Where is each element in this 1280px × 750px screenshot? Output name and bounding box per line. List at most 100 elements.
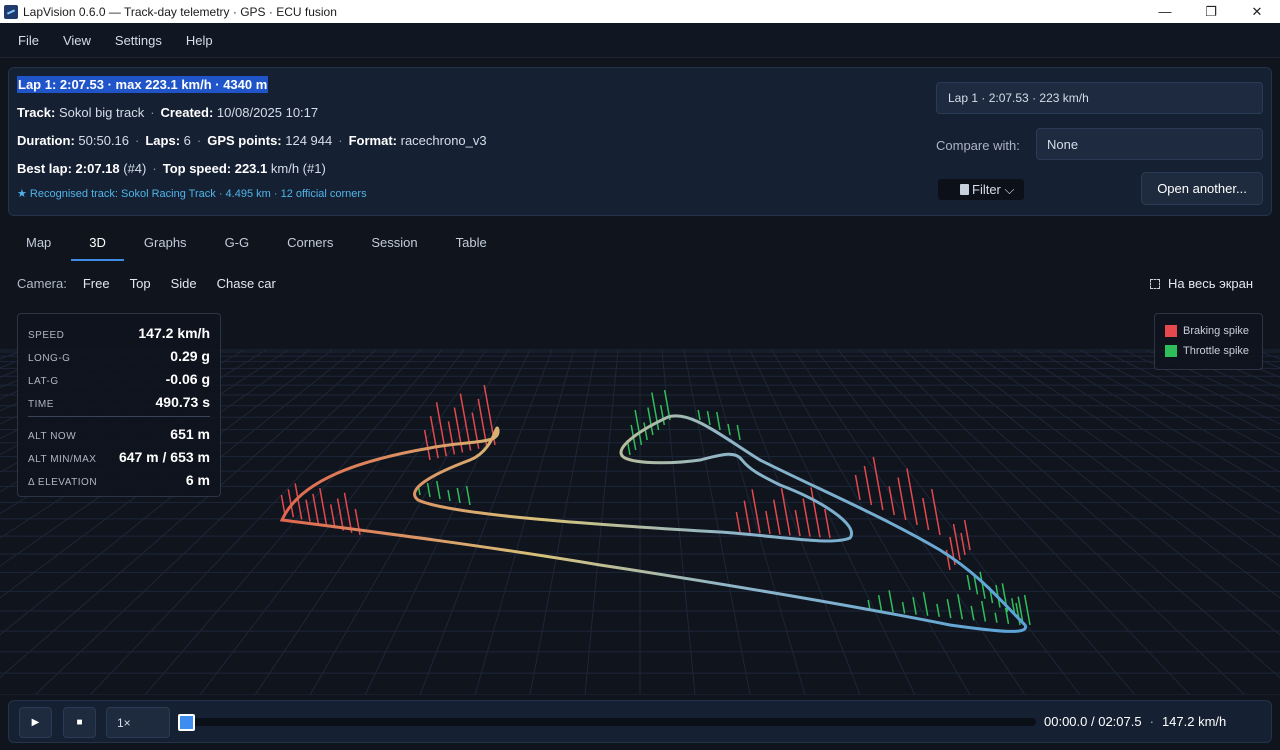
- duration-label: Duration:: [17, 133, 75, 148]
- menu-file[interactable]: File: [8, 33, 49, 48]
- camera-side[interactable]: Side: [165, 276, 211, 291]
- lap-headline[interactable]: Lap 1: 2:07.53 · max 223.1 km/h · 4340 m: [17, 76, 269, 93]
- throttle-spike: [994, 612, 998, 623]
- camera-chase-car[interactable]: Chase car: [211, 276, 290, 291]
- speed-value: 147.2 km/h: [138, 325, 210, 341]
- best-lap-label: Best lap:: [17, 161, 72, 176]
- braking-spike: [772, 499, 781, 535]
- tab-3d[interactable]: 3D: [71, 226, 124, 261]
- tab-session[interactable]: Session: [353, 226, 435, 261]
- compare-select-dropdown[interactable]: None: [1036, 128, 1263, 160]
- delta-elevation-label: Δ ELEVATION: [28, 477, 98, 488]
- tab-graphs[interactable]: Graphs: [126, 226, 205, 261]
- latg-label: LAT-G: [28, 376, 59, 387]
- telemetry-spikes: [280, 384, 1031, 626]
- throttle-spike: [659, 404, 666, 426]
- laps-label: Laps:: [145, 133, 181, 148]
- playback-scrubber[interactable]: [181, 718, 1036, 726]
- filter-label: Filter ⌵: [972, 181, 1015, 197]
- longg-value: 0.29 g: [170, 348, 210, 364]
- camera-top[interactable]: Top: [124, 276, 165, 291]
- throttle-spike: [922, 592, 929, 616]
- camera-label: Camera:: [17, 276, 67, 291]
- best-lap-number: (#4): [123, 161, 147, 176]
- braking-spike: [888, 486, 896, 516]
- throttle-spike: [643, 422, 648, 441]
- camera-options: Camera: Free Top Side Chase car: [17, 276, 290, 291]
- braking-spike: [930, 488, 941, 536]
- open-another-button[interactable]: Open another...: [1141, 172, 1263, 205]
- created-value: 10/08/2025 10:17: [216, 105, 319, 120]
- format-value: racechrono_v3: [400, 133, 487, 148]
- menu-settings[interactable]: Settings: [105, 33, 172, 48]
- playback-scrubber-handle[interactable]: [178, 714, 195, 731]
- spike-legend: Braking spike Throttle spike: [1154, 313, 1263, 370]
- format-label: Format:: [348, 133, 397, 148]
- play-button[interactable]: ▶: [19, 707, 52, 738]
- tab-corners[interactable]: Corners: [269, 226, 351, 261]
- telemetry-stats-panel: SPEED 147.2 km/h LONG-G 0.29 g LAT-G -0.…: [17, 313, 221, 497]
- gps-label: GPS points:: [207, 133, 282, 148]
- braking-spike: [802, 498, 811, 537]
- window-titlebar: LapVision 0.6.0 — Track-day telemetry · …: [0, 0, 1280, 23]
- top-speed-value: 223.1: [234, 161, 268, 176]
- braking-spike: [863, 465, 873, 506]
- stats-divider: [28, 416, 210, 417]
- braking-spike: [751, 489, 761, 534]
- menu-help[interactable]: Help: [176, 33, 223, 48]
- tab-map[interactable]: Map: [8, 226, 69, 261]
- fullscreen-label: На весь экран: [1168, 276, 1254, 291]
- app-logo-icon: [4, 4, 18, 19]
- throttle-spike: [946, 598, 952, 619]
- throttle-spike: [936, 603, 940, 618]
- braking-spike: [765, 510, 771, 535]
- longg-label: LONG-G: [28, 353, 71, 364]
- lap-select-dropdown[interactable]: Lap 1 · 2:07.53 · 223 km/h: [936, 82, 1263, 114]
- track-line: Track: Sokol big track · Created: 10/08/20…: [17, 105, 319, 120]
- filter-button[interactable]: Filter ⌵: [938, 179, 1024, 200]
- camera-free[interactable]: Free: [77, 276, 124, 291]
- throttle-spike: [736, 424, 741, 441]
- throttle-spike: [901, 601, 906, 614]
- throttle-spike: [877, 595, 883, 612]
- braking-spike: [952, 523, 961, 561]
- time-value: 490.73 s: [155, 394, 211, 410]
- close-button[interactable]: ✕: [1234, 0, 1280, 23]
- playback-time: 00:00.0 / 02:07.5: [1044, 714, 1142, 729]
- menu-bar: File View Settings Help: [0, 23, 1280, 58]
- tab-gg[interactable]: G-G: [207, 226, 268, 261]
- minimize-button[interactable]: —: [1142, 0, 1188, 23]
- time-label: TIME: [28, 399, 54, 410]
- playback-bar: ▶ ■ 1× 00:00.0 / 02:07.5 · 147.2 km/h: [8, 700, 1272, 743]
- recognised-track-note[interactable]: ★ Recognised track: Sokol Racing Track ·…: [17, 187, 367, 200]
- maximize-button[interactable]: ❐: [1188, 0, 1234, 23]
- stop-button[interactable]: ■: [63, 707, 96, 738]
- delta-elevation-value: 6 m: [185, 472, 210, 488]
- playback-speed-select[interactable]: 1×: [106, 707, 170, 738]
- play-icon: ▶: [31, 717, 40, 728]
- top-speed-label: Top speed:: [162, 161, 232, 176]
- created-label: Created:: [160, 105, 214, 120]
- throttle-label: Throttle spike: [1183, 345, 1250, 357]
- throttle-spike: [966, 574, 971, 591]
- throttle-spike: [447, 489, 451, 502]
- throttle-spike: [888, 590, 894, 613]
- best-lap-value: 2:07.18: [75, 161, 120, 176]
- view-tabs: Map 3D Graphs G-G Corners Session Table: [8, 226, 507, 262]
- alt-minmax-label: ALT MIN/MAX: [28, 454, 97, 465]
- track-label: Track:: [17, 105, 56, 120]
- braking-spike: [319, 487, 328, 527]
- menu-view[interactable]: View: [53, 33, 101, 48]
- throttle-spike: [706, 410, 711, 426]
- duration-value: 50:50.16: [78, 133, 130, 148]
- throttle-spike: [727, 423, 731, 436]
- alt-now-value: 651 m: [170, 426, 210, 442]
- filter-icon: [960, 184, 969, 195]
- tab-table[interactable]: Table: [438, 226, 505, 261]
- braking-spike: [824, 508, 831, 539]
- fullscreen-button[interactable]: На весь экран: [1150, 276, 1253, 291]
- alt-now-label: ALT NOW: [28, 431, 77, 442]
- braking-spike: [897, 477, 907, 521]
- best-line: Best lap: 2:07.18 (#4) · Top speed: 223.1 …: [17, 161, 326, 176]
- throttle-spike: [647, 407, 654, 436]
